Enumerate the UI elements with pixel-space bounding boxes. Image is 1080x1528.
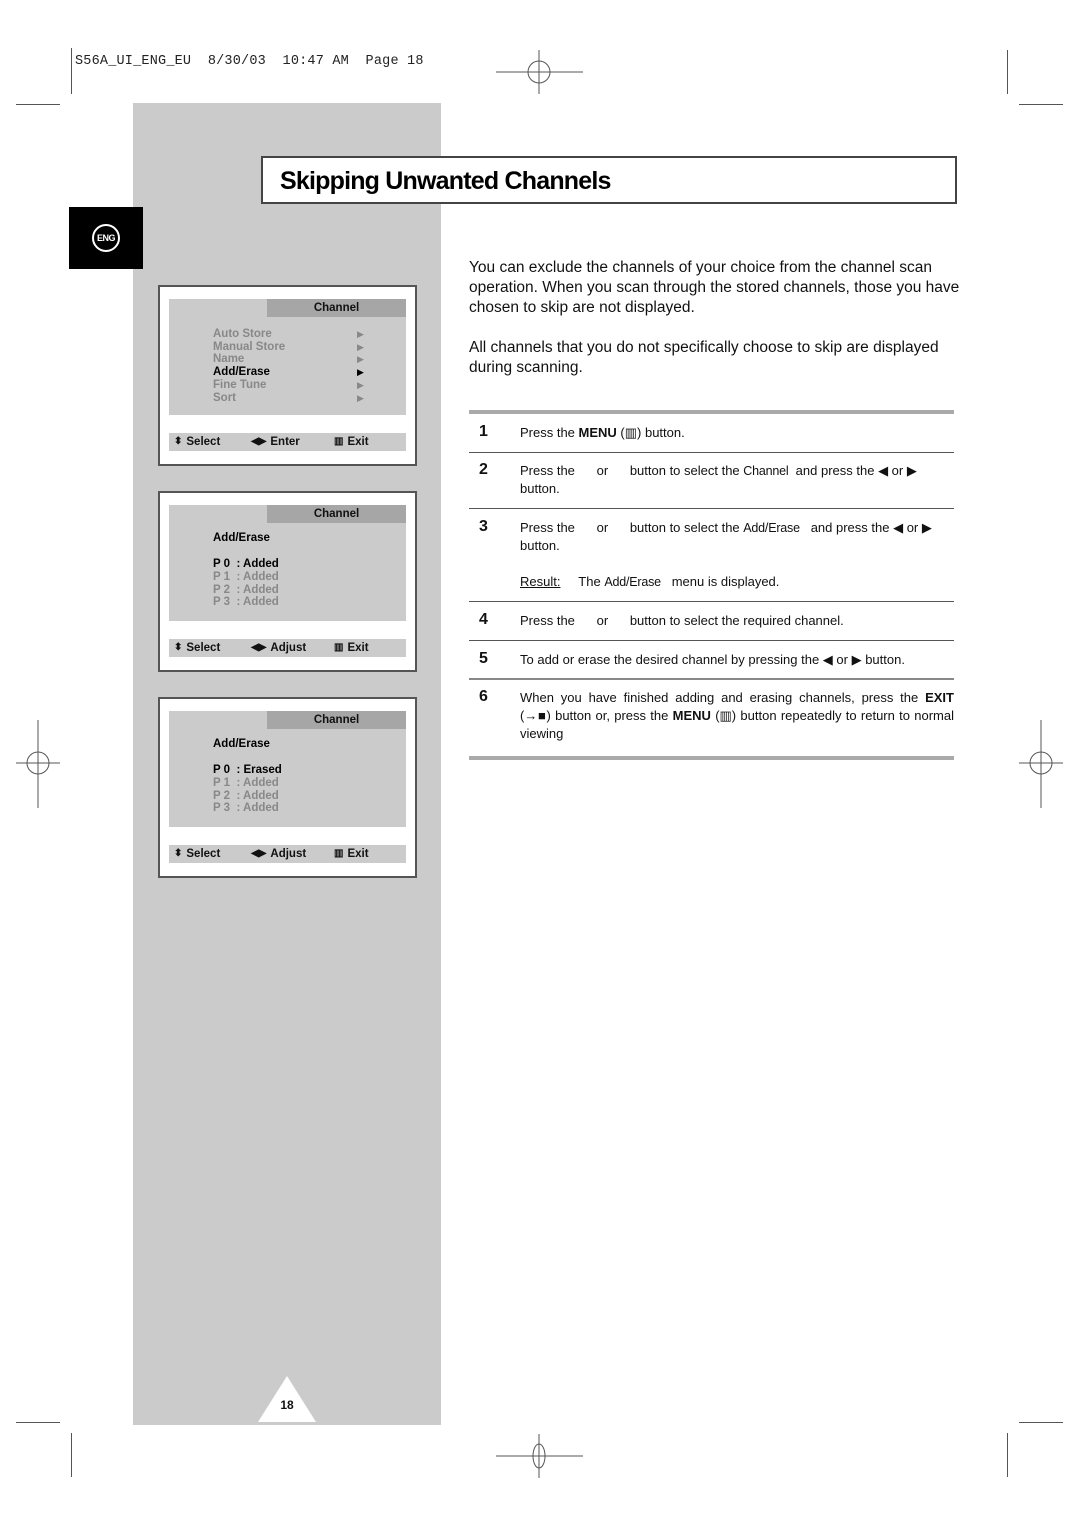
osd-body: Channel Add/Erase P 0 : Added P 1 : Adde…	[169, 505, 406, 621]
step-text-part: (→■) button or, press the	[520, 708, 673, 723]
osd-body: Channel Add/Erase P 0 : Erased P 1 : Add…	[169, 711, 406, 827]
registration-mark-right-icon	[1019, 720, 1063, 808]
program-row: P 3 : Added	[213, 802, 279, 815]
menu-button-label: MENU	[578, 425, 617, 440]
menu-name: Channel	[743, 464, 789, 478]
step-result: Result: The Add/Erase menu is displayed.	[520, 573, 954, 591]
footer-adjust: Adjust	[270, 848, 307, 860]
arrow-right-icon: ▶	[357, 329, 364, 339]
menu-name: Add/Erase	[604, 575, 661, 589]
osd-subtitle: Add/Erase	[213, 738, 270, 750]
menu-icon: ▥	[334, 436, 344, 447]
up-down-icon: ⬍	[174, 436, 183, 447]
footer-enter: Enter	[270, 436, 300, 448]
step-text-part: When you have finished adding and erasin…	[520, 690, 926, 705]
page-title: Skipping Unwanted Channels	[280, 167, 611, 195]
step-text: Press the or button to select the requir…	[520, 613, 844, 628]
arrow-right-icon: ▶	[357, 341, 364, 352]
menu-icon: ▥	[334, 642, 344, 653]
exit-button-label: EXIT	[925, 690, 954, 705]
step-text: When you have finished adding and erasin…	[520, 689, 954, 743]
program-row: P 1 : Added	[213, 776, 279, 789]
step-text-part: Press the or button to select the	[520, 520, 744, 535]
program-row: P 2 : Added	[213, 789, 279, 802]
step-text: Press the MENU (▥) button.	[520, 424, 954, 442]
program-row: P 0 : Added	[213, 558, 279, 570]
step-text-part: Press the	[520, 425, 579, 440]
osd-screen-channel-menu: Channel Auto Store ▶ Manual Store ▶ Name…	[158, 285, 417, 466]
arrow-right-icon: ▶	[357, 392, 364, 403]
osd-subtitle: Add/Erase	[213, 532, 270, 544]
language-tab: ENG	[69, 207, 143, 269]
print-header: S56A_UI_ENG_EU 8/30/03 10:47 AM Page 18	[75, 54, 424, 69]
footer-select: Select	[186, 642, 221, 654]
menu-name: Add/Erase	[743, 521, 800, 535]
intro-paragraph: You can exclude the channels of your cho…	[469, 259, 960, 316]
arrow-right-icon: ▶	[357, 367, 364, 378]
program-row: P 2 : Added	[213, 583, 279, 596]
osd-header: Channel	[267, 711, 406, 729]
divider	[469, 678, 954, 680]
osd-header: Channel	[267, 505, 406, 523]
step-text-part: Press the or button to select the	[520, 463, 744, 478]
step-text: Press the or button to select the Add/Er…	[520, 519, 954, 555]
step-number: 6	[479, 688, 488, 705]
left-right-icon: ◀▶	[251, 642, 267, 653]
page-number: 18	[280, 1398, 294, 1412]
arrow-right-icon: ▶	[357, 354, 364, 365]
step-text-part: menu is displayed.	[660, 574, 780, 589]
arrow-right-icon: ▶	[357, 379, 364, 390]
divider	[469, 452, 954, 453]
divider	[469, 640, 954, 641]
menu-item-name: Name	[213, 353, 245, 366]
divider-thick	[469, 756, 954, 760]
osd-footer: ⬍ Select ◀▶ Enter ▥ Exit	[169, 433, 406, 451]
osd-screen-add-erase-erased: Channel Add/Erase P 0 : Erased P 1 : Add…	[158, 697, 417, 878]
step-number: 2	[479, 461, 488, 478]
menu-item-sort: Sort	[213, 391, 236, 404]
step-text-part: The	[578, 574, 605, 589]
registration-mark-bottom-icon	[496, 1434, 583, 1478]
step-number: 3	[479, 518, 488, 535]
menu-item-manual-store: Manual Store	[213, 340, 286, 353]
osd-body: Channel Auto Store ▶ Manual Store ▶ Name…	[169, 299, 406, 415]
menu-item-add-erase: Add/Erase	[213, 366, 270, 379]
program-row: P 1 : Added	[213, 570, 279, 583]
result-label: Result:	[520, 574, 561, 589]
osd-footer: ⬍ Select ◀▶ Adjust ▥ Exit	[169, 845, 406, 863]
intro-paragraph: All channels that you do not specificall…	[469, 339, 939, 376]
step-number: 1	[479, 423, 488, 440]
step-text-part: (▥) button.	[616, 425, 685, 440]
footer-select: Select	[186, 848, 221, 860]
footer-adjust: Adjust	[270, 642, 307, 654]
menu-item-auto-store: Auto Store	[213, 328, 272, 340]
osd-header: Channel	[267, 299, 406, 317]
up-down-icon: ⬍	[174, 642, 183, 653]
osd-screen-add-erase: Channel Add/Erase P 0 : Added P 1 : Adde…	[158, 491, 417, 672]
left-right-icon: ◀▶	[251, 848, 267, 859]
language-label: ENG	[92, 224, 120, 252]
program-row: P 3 : Added	[213, 596, 279, 609]
divider	[469, 508, 954, 509]
registration-mark-top-icon	[496, 50, 583, 94]
menu-item-fine-tune: Fine Tune	[213, 378, 267, 391]
footer-select: Select	[186, 436, 221, 448]
title-box: Skipping Unwanted Channels	[261, 156, 957, 204]
menu-button-label: MENU	[672, 708, 711, 723]
footer-exit: Exit	[347, 642, 369, 654]
registration-mark-left-icon	[16, 720, 60, 808]
step-number: 5	[479, 650, 488, 667]
divider	[469, 601, 954, 602]
footer-exit: Exit	[347, 436, 369, 448]
program-row: P 0 : Erased	[213, 764, 282, 776]
step-number: 4	[479, 611, 488, 628]
up-down-icon: ⬍	[174, 848, 183, 859]
step-text: Press the or button to select the Channe…	[520, 462, 954, 498]
menu-icon: ▥	[334, 848, 344, 859]
footer-exit: Exit	[347, 848, 369, 860]
step-text: To add or erase the desired channel by p…	[520, 652, 905, 667]
osd-footer: ⬍ Select ◀▶ Adjust ▥ Exit	[169, 639, 406, 657]
left-right-icon: ◀▶	[251, 436, 267, 447]
divider-thick	[469, 410, 954, 414]
